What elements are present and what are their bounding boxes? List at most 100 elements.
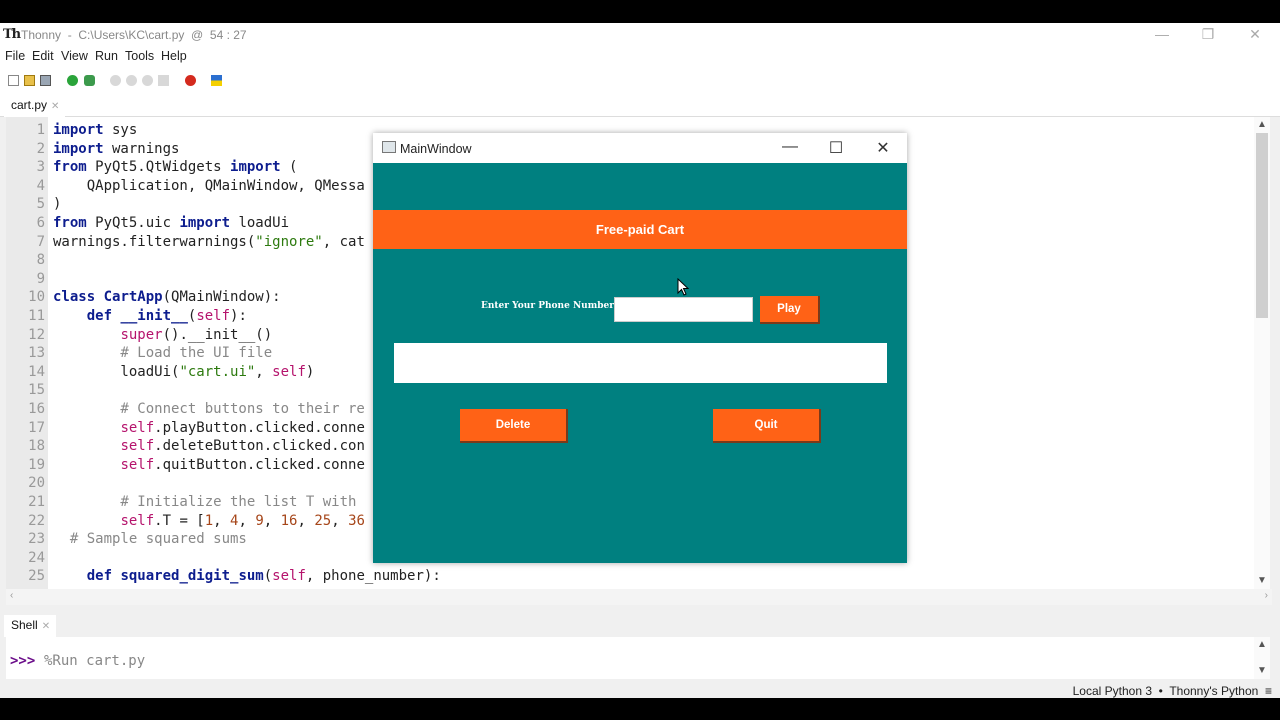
new-file-icon[interactable] [8, 75, 19, 86]
code-text-segment: warnings.filterwarnings( [53, 233, 256, 250]
menu-help[interactable]: Help [161, 49, 187, 63]
scrollbar-thumb[interactable] [1256, 133, 1268, 318]
scroll-down-icon[interactable]: ▼ [1257, 575, 1267, 586]
code-line: from PyQt5.uic import loadUi [53, 214, 289, 233]
self-keyword: self [272, 363, 306, 380]
resume-icon[interactable] [158, 75, 169, 86]
qt-main-window: MainWindow — ☐ ✕ Free-paid Cart Enter Yo… [373, 133, 907, 563]
code-text-segment: .playButton.clicked.conne [154, 419, 365, 436]
line-number: 22 [28, 512, 45, 529]
code-comment: # Initialize the list T with [53, 494, 357, 510]
save-file-icon[interactable] [40, 75, 51, 86]
keyword: import [53, 140, 104, 157]
menu-file[interactable]: File [5, 49, 25, 63]
tab-close-icon[interactable]: ✕ [42, 621, 50, 632]
line-number: 25 [28, 568, 45, 585]
line-number: 5 [36, 196, 45, 213]
editor-horizontal-scrollbar[interactable]: ‹ › [6, 589, 1272, 605]
tab-label: Shell [11, 618, 38, 632]
code-text-segment: ().__init__() [162, 326, 273, 343]
code-line: self.quitButton.clicked.conne [53, 456, 365, 475]
code-line: super().__init__() [53, 326, 272, 345]
status-bar: Local Python 3 • Thonny's Python ≡ [0, 682, 1280, 698]
tab-close-icon[interactable]: ✕ [51, 101, 59, 112]
play-button[interactable]: Play [760, 296, 820, 324]
code-text-segment: ) [305, 363, 315, 380]
editor-vertical-scrollbar[interactable]: ▲ ▼ [1254, 117, 1270, 589]
tab-cart-py[interactable]: cart.py ✕ [4, 95, 66, 117]
step-out-icon[interactable] [142, 75, 153, 86]
title-bar: Th Thonny - C:\Users\KC\cart.py @ 54 : 2… [0, 23, 1280, 46]
ukraine-flag-icon[interactable] [211, 75, 222, 86]
line-number: 10 [28, 289, 45, 306]
shell-panel[interactable]: >>> %Run cart.py [6, 637, 1256, 679]
delete-button[interactable]: Delete [460, 409, 568, 443]
number-literal: 36 [348, 512, 365, 529]
scroll-down-icon[interactable]: ▼ [1257, 665, 1267, 676]
number-literal: 9 [255, 512, 264, 529]
code-text-segment: , [238, 512, 256, 529]
debug-icon[interactable] [84, 75, 95, 86]
menu-view[interactable]: View [61, 49, 88, 63]
code-line: QApplication, QMainWindow, QMessa [53, 177, 365, 194]
code-text-segment: .deleteButton.clicked.con [154, 438, 365, 455]
line-number: 9 [36, 270, 45, 287]
code-text-segment: , [213, 512, 231, 529]
code-comment: # Sample squared sums [53, 531, 247, 548]
close-icon[interactable]: ✕ [1245, 26, 1265, 43]
keyword: import [53, 122, 104, 138]
tab-shell[interactable]: Shell ✕ [4, 615, 57, 637]
code-text-segment: , [331, 512, 349, 529]
step-into-icon[interactable] [126, 75, 137, 86]
open-file-icon[interactable] [24, 75, 35, 86]
line-number: 7 [36, 233, 45, 250]
phone-number-label: Enter Your Phone Number [481, 301, 614, 311]
shell-prompt: >>> [10, 653, 36, 669]
qt-close-icon[interactable]: ✕ [873, 138, 893, 158]
step-over-icon[interactable] [110, 75, 121, 86]
quit-button[interactable]: Quit [713, 409, 821, 443]
self-keyword: self [272, 568, 306, 585]
string-literal: "ignore" [255, 233, 323, 250]
code-text-segment: , [255, 363, 273, 380]
code-comment: # Load the UI file [53, 345, 273, 362]
scroll-up-icon[interactable]: ▲ [1257, 639, 1267, 650]
code-line: ) [53, 196, 62, 213]
code-text-segment: PyQt5.QtWidgets [86, 159, 231, 176]
code-text[interactable]: import sys import warnings from PyQt5.Qt… [53, 117, 441, 584]
number-literal: 25 [314, 512, 332, 529]
scroll-right-icon[interactable]: › [1265, 590, 1268, 601]
line-number: 4 [36, 177, 45, 194]
code-text-segment: PyQt5.uic [86, 215, 180, 231]
code-line: self.deleteButton.clicked.con [53, 437, 365, 456]
code-text-segment: sys [103, 122, 138, 138]
restore-icon[interactable]: ❐ [1198, 26, 1218, 43]
code-line: from PyQt5.QtWidgets import ( [53, 158, 297, 177]
editor-tab-bar: cart.py ✕ [0, 92, 1280, 117]
minimize-icon[interactable]: — [1152, 26, 1172, 42]
code-text-segment: .quitButton.clicked.conne [154, 456, 365, 473]
stop-icon[interactable] [185, 75, 196, 86]
line-number: 3 [36, 159, 45, 176]
phone-number-input[interactable] [614, 297, 753, 322]
menu-tools[interactable]: Tools [125, 49, 154, 63]
scroll-left-icon[interactable]: ‹ [10, 590, 13, 601]
shell-scrollbar[interactable]: ▲ ▼ [1254, 637, 1270, 679]
menu-edit[interactable]: Edit [32, 49, 54, 63]
line-number: 21 [28, 494, 45, 510]
line-number: 12 [28, 326, 45, 343]
run-icon[interactable] [67, 75, 78, 86]
line-number: 19 [28, 456, 45, 473]
self-keyword: self [196, 308, 231, 324]
qt-maximize-icon[interactable]: ☐ [826, 138, 846, 158]
qt-minimize-icon[interactable]: — [780, 138, 800, 156]
scroll-up-icon[interactable]: ▲ [1257, 119, 1267, 130]
menu-run[interactable]: Run [95, 49, 118, 63]
interpreter-selector[interactable]: Local Python 3 • Thonny's Python ≡ [1073, 684, 1272, 698]
